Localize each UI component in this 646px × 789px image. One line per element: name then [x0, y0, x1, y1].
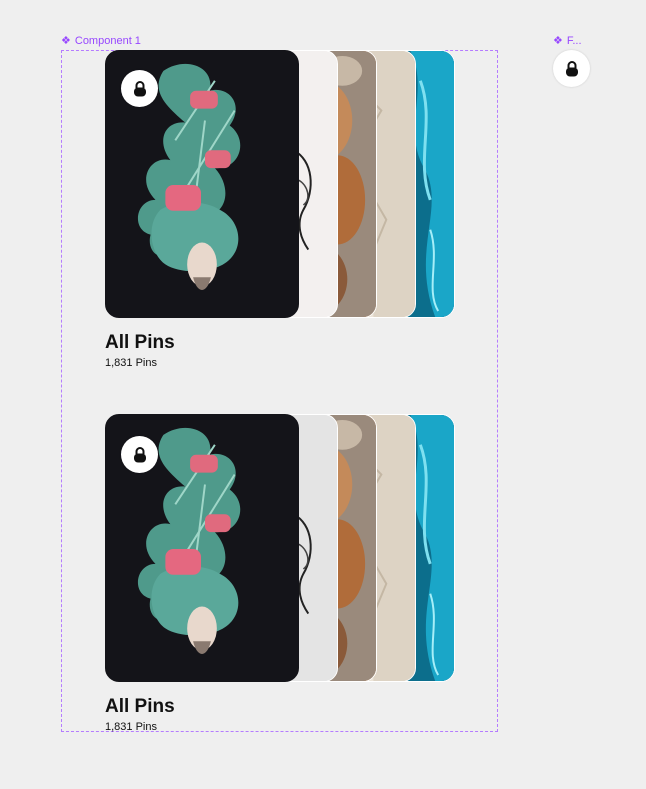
board-card-variant-2[interactable]: All Pins 1,831 Pins: [105, 414, 457, 733]
lock-icon: [565, 60, 578, 76]
component-label-text: Component 1: [74, 34, 141, 47]
board-title: All Pins: [105, 696, 175, 717]
lock-button[interactable]: [121, 70, 158, 107]
board-cover-stack[interactable]: [105, 50, 457, 318]
board-title: All Pins: [105, 332, 175, 353]
lock-icon: [133, 446, 146, 462]
pin-count: 1,831 Pins: [105, 721, 157, 733]
component-diamond-icon: ❖: [61, 35, 71, 47]
second-label-text: F...: [566, 34, 582, 47]
lock-button[interactable]: [121, 436, 158, 473]
component-1-label[interactable]: ❖ Component 1: [61, 34, 141, 48]
board-card-variant-1[interactable]: All Pins 1,831 Pins: [105, 50, 457, 369]
second-component-label[interactable]: ❖ F...: [553, 34, 582, 48]
lock-button-component[interactable]: [553, 50, 590, 87]
component-diamond-icon: ❖: [553, 35, 563, 47]
lock-icon: [133, 80, 146, 96]
pin-count: 1,831 Pins: [105, 357, 157, 369]
board-cover-stack[interactable]: [105, 414, 457, 682]
